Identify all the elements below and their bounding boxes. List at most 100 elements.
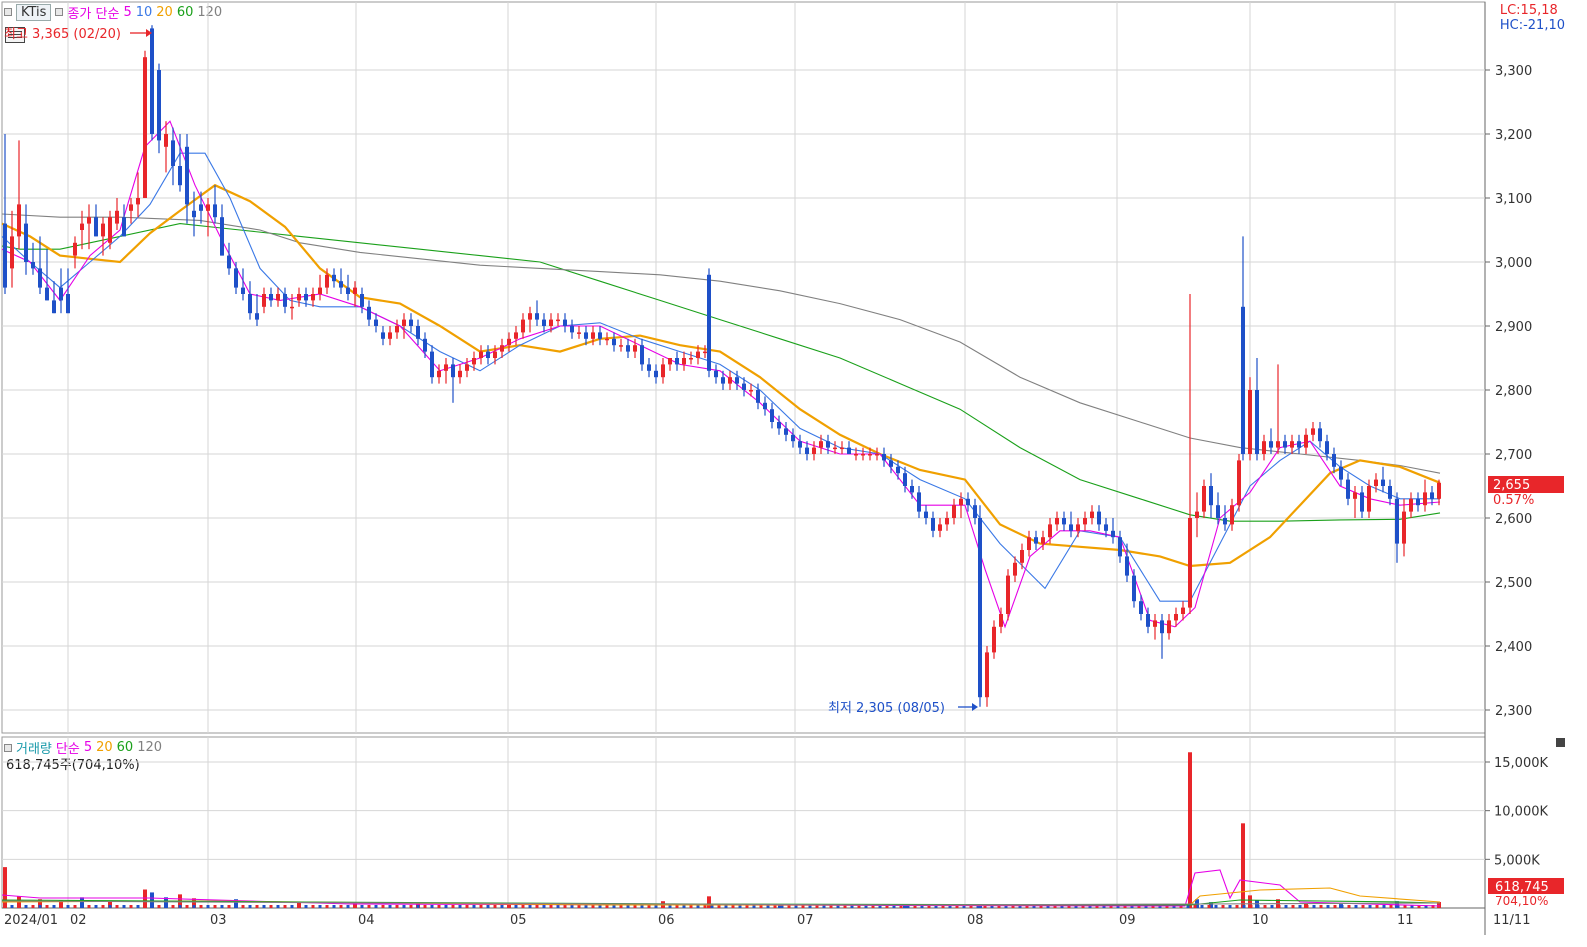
candle-body — [339, 281, 343, 288]
volume-bar-small — [437, 905, 441, 908]
candle-body — [1374, 479, 1378, 486]
volume-bar-small — [1305, 905, 1309, 908]
candle-body — [241, 287, 245, 294]
volume-bar-small — [423, 905, 427, 908]
candle-body — [500, 345, 504, 352]
candle-body — [458, 370, 462, 378]
candle-body — [549, 319, 553, 326]
volume-bar-small — [388, 905, 392, 908]
volume-bar-small — [1270, 905, 1274, 908]
volume-bar-small — [465, 905, 469, 908]
volume-bar-small — [31, 905, 35, 908]
candle-body — [1318, 428, 1322, 442]
candle-body — [1353, 492, 1357, 499]
candle-body — [1132, 575, 1136, 602]
candle-body — [1237, 460, 1241, 506]
candle-body — [178, 166, 182, 186]
volume-bar-small — [1263, 905, 1267, 908]
candle-body — [584, 332, 588, 339]
candle-body — [1209, 486, 1213, 506]
volume-bar-small — [493, 905, 497, 908]
volume-bar-small — [38, 905, 42, 908]
candle-body — [360, 294, 364, 307]
candle-body — [38, 268, 42, 288]
volume-bar-small — [94, 905, 98, 908]
candle-body — [563, 319, 567, 326]
candle-body — [798, 441, 802, 448]
candle-body — [157, 70, 161, 141]
volume-bar-small — [101, 905, 105, 908]
y-tick-label: 2,300 — [1495, 704, 1532, 719]
volume-bar-small — [122, 905, 126, 908]
ma20-line — [1, 183, 1441, 568]
candle-body — [1111, 530, 1115, 538]
volume-bar-small — [199, 905, 203, 908]
candle-body — [1097, 511, 1101, 525]
candle-body — [682, 358, 686, 365]
candle-body — [1402, 511, 1406, 544]
volume-bar-small — [143, 905, 147, 908]
candle-body — [1013, 562, 1017, 576]
candle-body — [1388, 486, 1392, 499]
volume-bar-small — [360, 905, 364, 908]
candle-body — [1325, 441, 1329, 454]
candle-body — [206, 204, 210, 211]
candle-body — [1230, 505, 1234, 525]
candle-body — [10, 236, 14, 269]
candle-body — [763, 402, 767, 410]
volume-bar-small — [556, 905, 560, 908]
candle-body — [938, 524, 942, 531]
candle-body — [640, 345, 644, 365]
volume-bar-small — [332, 905, 336, 908]
candle-body — [45, 287, 49, 301]
volume-bar-small — [311, 905, 315, 908]
candle-body — [854, 454, 858, 456]
high-annotation: 최고 3,365 (02/20) — [4, 27, 121, 42]
candle-body — [654, 370, 658, 378]
candle-body — [59, 287, 63, 301]
volume-bar-small — [206, 905, 210, 908]
volume-bar-small — [1347, 905, 1351, 908]
ma60-line — [1, 223, 1441, 522]
candle-body — [1006, 575, 1010, 614]
candle-body — [318, 287, 322, 294]
candle-body — [1069, 524, 1073, 531]
volume-bar-small — [367, 905, 371, 908]
candle-body — [1360, 492, 1364, 512]
volume-bar-small — [276, 905, 280, 908]
x-tick-label: 10 — [1252, 913, 1269, 928]
volume-bar-small — [24, 905, 28, 908]
volume-bar-small — [1361, 905, 1365, 908]
volume-bar-small — [1326, 905, 1330, 908]
ma5-line — [1, 120, 1441, 629]
volume-bar-small — [1235, 905, 1239, 908]
volume-bar-small — [108, 905, 112, 908]
candle-body — [959, 498, 963, 506]
candle-body — [889, 460, 893, 467]
volume-bar-small — [1319, 905, 1323, 908]
candle-body — [1146, 614, 1150, 627]
candle-body — [101, 223, 105, 237]
candle-body — [1020, 550, 1024, 563]
volume-bar-small — [1368, 905, 1372, 908]
volume-bar-small — [535, 905, 539, 908]
volume-bar-small — [45, 905, 49, 908]
candle-body — [1076, 524, 1080, 531]
volume-bar-small — [115, 905, 119, 908]
y-tick-label: 2,400 — [1495, 640, 1532, 655]
candle-body — [353, 287, 357, 294]
candle-body — [248, 294, 252, 314]
volume-bar-small — [297, 905, 301, 908]
y-tick-label: 2,700 — [1495, 448, 1532, 463]
volume-bar-small — [528, 905, 532, 908]
volume-bar-small — [1291, 905, 1295, 908]
volume-bar-small — [1312, 905, 1316, 908]
candle-body — [542, 319, 546, 326]
candle-body — [276, 294, 280, 301]
volume-bar-small — [1228, 905, 1232, 908]
candle-body — [297, 294, 301, 301]
candle-body — [108, 217, 112, 243]
candle-body — [3, 223, 7, 288]
candle-body — [777, 422, 781, 429]
candle-body — [227, 255, 231, 269]
